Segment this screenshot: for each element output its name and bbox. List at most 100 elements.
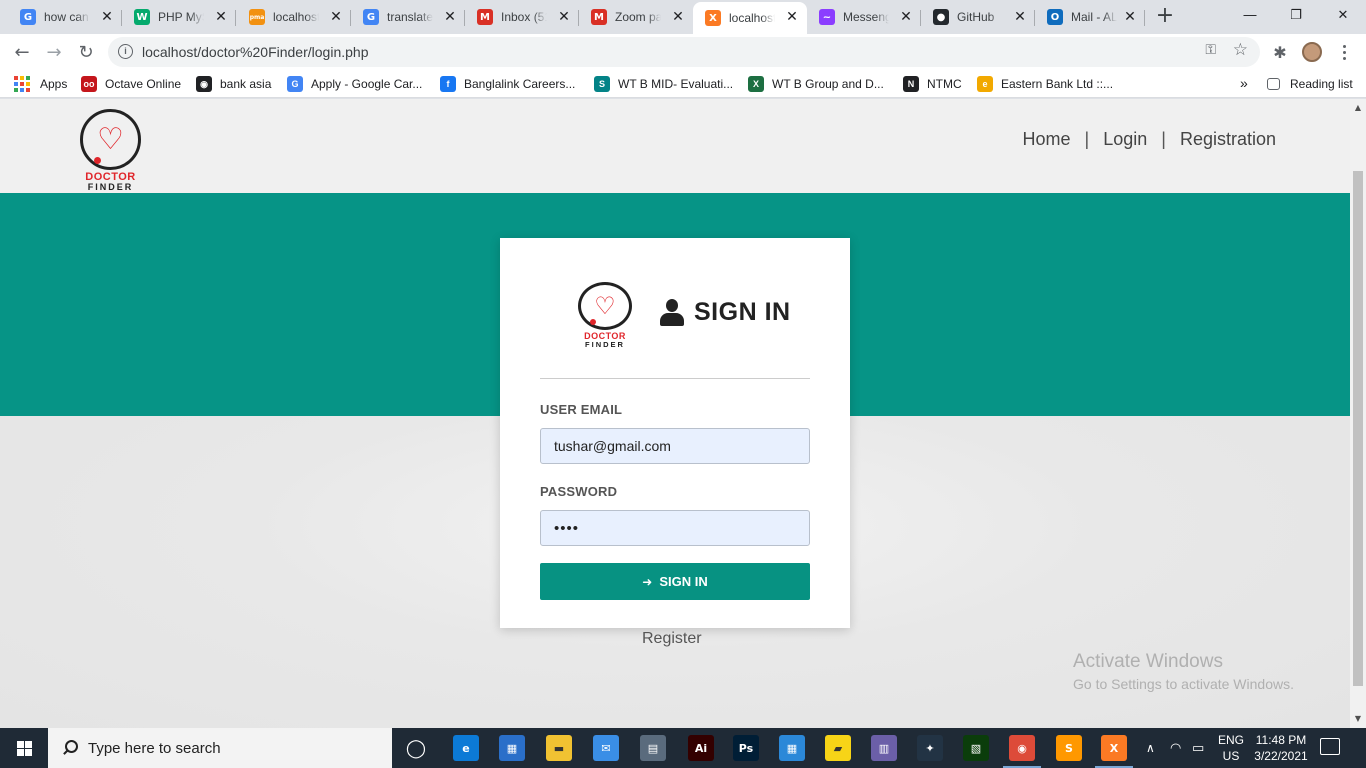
- address-bar[interactable]: i localhost/doctor%20Finder/login.php ⚿ …: [108, 37, 1260, 67]
- xampp-icon[interactable]: X: [1095, 735, 1133, 768]
- close-tab-icon[interactable]: ✕: [441, 8, 459, 26]
- phpmyadmin-icon: pma: [249, 9, 265, 25]
- nav-login-link[interactable]: Login: [1103, 129, 1147, 150]
- scroll-down-arrow-icon[interactable]: ▼: [1350, 712, 1366, 726]
- show-hidden-icons-button[interactable]: ∧: [1146, 728, 1155, 768]
- login-card: ♡ DOCTOR FINDER SIGN IN USER EMAIL tusha…: [500, 238, 850, 628]
- watermark-subtitle: Go to Settings to activate Windows.: [1073, 676, 1294, 692]
- close-tab-icon[interactable]: ✕: [897, 8, 915, 26]
- sublime-icon[interactable]: S: [1056, 735, 1082, 761]
- facebook-icon: f: [440, 76, 456, 92]
- system-clock[interactable]: 11:48 PM 3/22/2021: [1252, 732, 1310, 764]
- task-view-icon[interactable]: ◯: [403, 735, 429, 761]
- file-explorer-icon[interactable]: ▬: [546, 735, 572, 761]
- browser-tab[interactable]: Xlocalhost ✕: [693, 2, 807, 34]
- browser-tab[interactable]: Gtranslate ✕: [351, 2, 465, 32]
- site-info-icon[interactable]: i: [118, 44, 133, 59]
- calendar-icon[interactable]: ▦: [779, 735, 805, 761]
- close-tab-icon[interactable]: ✕: [555, 8, 573, 26]
- close-tab-icon[interactable]: ✕: [212, 8, 230, 26]
- chrome-menu-icon[interactable]: [1334, 40, 1354, 64]
- extensions-puzzle-icon[interactable]: ✱: [1266, 38, 1294, 66]
- bookmark-label: WT B Group and D...: [772, 77, 884, 91]
- bookmark-item[interactable]: X WT B Group and D...: [748, 75, 884, 93]
- profile-avatar[interactable]: [1302, 42, 1322, 62]
- tab-title: localhost: [729, 11, 775, 25]
- bookmark-item[interactable]: f Banglalink Careers...: [440, 75, 575, 93]
- register-link[interactable]: Register: [642, 630, 702, 648]
- google-icon: G: [287, 76, 303, 92]
- terminal-app-icon[interactable]: ▧: [963, 735, 989, 761]
- search-icon: [62, 740, 78, 756]
- reload-button[interactable]: ↻: [72, 38, 100, 66]
- site-logo[interactable]: ♡ DOCTOR FINDER: [80, 109, 141, 192]
- calculator-icon[interactable]: ▤: [640, 735, 666, 761]
- close-tab-icon[interactable]: ✕: [669, 8, 687, 26]
- signin-button[interactable]: ➜ SIGN IN: [540, 563, 810, 600]
- stats-app-icon[interactable]: ▥: [871, 735, 897, 761]
- tab-title: Messenger: [843, 10, 889, 24]
- forward-button[interactable]: →: [40, 38, 68, 66]
- tab-title: Mail - AL: [1071, 10, 1117, 24]
- sticky-notes-icon[interactable]: ▰: [825, 735, 851, 761]
- browser-tab[interactable]: W PHP MySQL ✕: [122, 2, 236, 32]
- network-app-icon[interactable]: ✦: [917, 735, 943, 761]
- divider: [540, 378, 810, 379]
- browser-tab[interactable]: Ghow can i ✕: [8, 2, 122, 32]
- photoshop-icon[interactable]: Ps: [733, 735, 759, 761]
- scroll-up-arrow-icon[interactable]: ▲: [1350, 101, 1366, 115]
- browser-tab[interactable]: M Zoom page ✕: [579, 2, 693, 32]
- wifi-icon[interactable]: ◠: [1170, 728, 1181, 768]
- page-scrollbar[interactable]: ▲ ▼: [1350, 99, 1366, 728]
- bookmark-item[interactable]: e Eastern Bank Ltd ::...: [977, 75, 1113, 93]
- start-button[interactable]: [0, 728, 48, 768]
- edge-icon[interactable]: e: [453, 735, 479, 761]
- bookmark-item[interactable]: oo Octave Online: [81, 75, 181, 93]
- notification-center-icon[interactable]: [1320, 738, 1340, 755]
- browser-tab[interactable]: ~ Messenger ✕: [807, 2, 921, 32]
- url-text[interactable]: localhost/doctor%20Finder/login.php: [142, 44, 368, 60]
- store-icon[interactable]: ▦: [499, 735, 525, 761]
- email-field[interactable]: tushar@gmail.com: [540, 428, 810, 464]
- close-tab-icon[interactable]: ✕: [98, 8, 116, 26]
- bookmark-item[interactable]: ◉ bank asia: [196, 75, 271, 93]
- close-tab-icon[interactable]: ✕: [327, 8, 345, 26]
- xampp-icon: X: [705, 10, 721, 26]
- scrollbar-thumb[interactable]: [1353, 171, 1363, 686]
- browser-tab[interactable]: O Mail - AL ✕: [1035, 2, 1145, 32]
- mail-icon[interactable]: ✉: [593, 735, 619, 761]
- browser-tab[interactable]: ● GitHub ✕: [921, 2, 1035, 32]
- card-logo: ♡ DOCTOR FINDER: [578, 282, 632, 349]
- browser-tab[interactable]: pma localhost ✕: [237, 2, 351, 32]
- gmail-icon: M: [477, 9, 493, 25]
- password-field[interactable]: ••••: [540, 510, 810, 546]
- bookmark-item[interactable]: S WT B MID- Evaluati...: [594, 75, 733, 93]
- illustrator-icon[interactable]: Ai: [688, 735, 714, 761]
- browser-tab[interactable]: M Inbox (51 ✕: [465, 2, 579, 32]
- password-key-icon[interactable]: ⚿: [1205, 42, 1216, 58]
- close-window-button[interactable]: ✕: [1320, 0, 1366, 30]
- bookmark-item[interactable]: G Apply - Google Car...: [287, 75, 422, 93]
- chrome-icon[interactable]: ◉: [1003, 735, 1041, 768]
- restore-button[interactable]: ❐: [1273, 0, 1319, 30]
- taskbar-search-box[interactable]: Type here to search: [48, 728, 392, 768]
- more-bookmarks-button[interactable]: »: [1240, 74, 1248, 92]
- page-viewport: ♡ DOCTOR FINDER Home | Login | Registrat…: [0, 99, 1350, 728]
- new-tab-button[interactable]: +: [1153, 5, 1177, 29]
- bookmark-item[interactable]: Apps: [14, 75, 67, 93]
- close-tab-icon[interactable]: ✕: [1011, 8, 1029, 26]
- back-button[interactable]: ←: [8, 38, 36, 66]
- bookmark-star-icon[interactable]: ☆: [1233, 40, 1248, 60]
- ebl-icon: e: [977, 76, 993, 92]
- nav-home-link[interactable]: Home: [1023, 129, 1071, 150]
- language-indicator[interactable]: ENG US: [1216, 732, 1246, 764]
- reading-list-button[interactable]: Reading list: [1267, 75, 1353, 93]
- close-tab-icon[interactable]: ✕: [783, 8, 801, 26]
- tab-title: PHP MySQL: [158, 10, 204, 24]
- close-tab-icon[interactable]: ✕: [1121, 8, 1139, 26]
- battery-icon[interactable]: ▭: [1192, 728, 1204, 768]
- nav-registration-link[interactable]: Registration: [1180, 129, 1276, 150]
- minimize-button[interactable]: ―: [1227, 0, 1273, 30]
- bookmark-item[interactable]: N NTMC: [903, 75, 962, 93]
- stethoscope-heart-icon: ♡: [80, 109, 141, 170]
